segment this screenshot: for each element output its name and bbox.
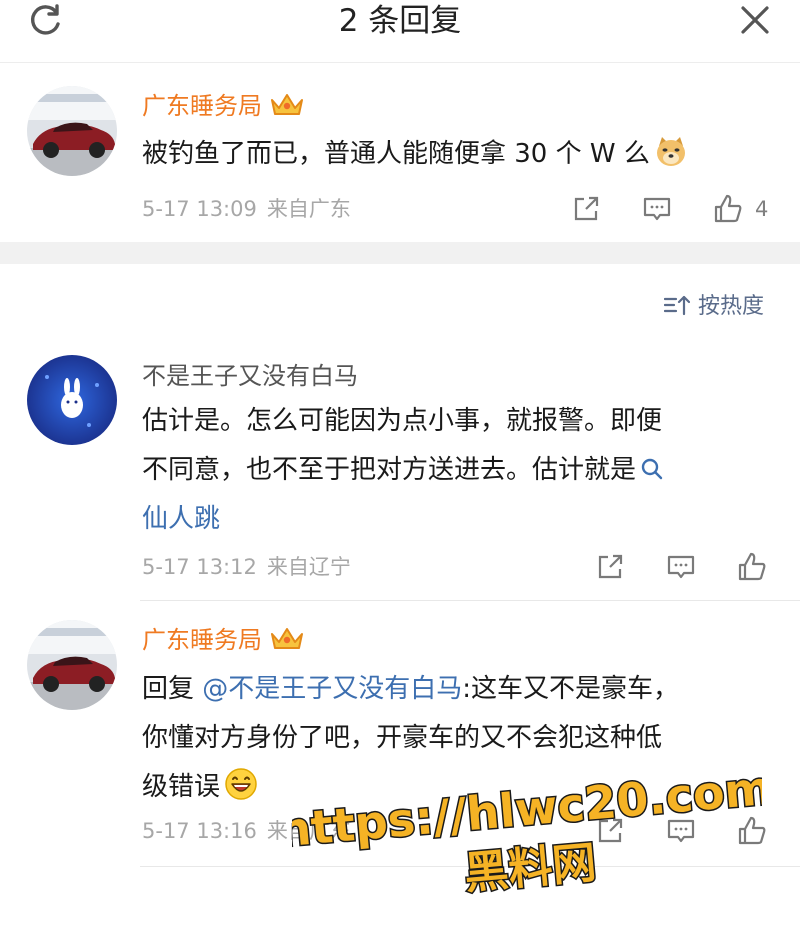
comment-button[interactable] bbox=[641, 193, 673, 225]
share-icon bbox=[598, 818, 623, 843]
search-link[interactable]: 仙人跳 bbox=[142, 504, 220, 534]
share-icon bbox=[598, 554, 623, 579]
sort-icon bbox=[664, 295, 690, 316]
reply-username[interactable]: 广东睡务局 bbox=[142, 624, 306, 656]
sort-by-heat-button[interactable]: 按热度 bbox=[664, 292, 764, 322]
close-icon[interactable] bbox=[735, 2, 773, 40]
search-icon bbox=[641, 458, 663, 480]
reply-text: 估计是。怎么可能因为点小事，就报警。即便 不同意，也不至于把对方送进去。估计就是… bbox=[142, 406, 663, 534]
share-icon bbox=[574, 196, 599, 221]
comment-text: 被钓鱼了而已，普通人能随便拿 30 个 W 么 bbox=[142, 130, 782, 179]
avatar[interactable] bbox=[27, 86, 117, 176]
like-icon bbox=[714, 194, 742, 223]
comment-icon bbox=[667, 555, 695, 579]
crown-badge-icon bbox=[271, 94, 303, 115]
like-button[interactable] bbox=[736, 815, 768, 847]
comment-icon bbox=[667, 819, 695, 843]
like-button[interactable] bbox=[736, 551, 768, 583]
comment-button[interactable] bbox=[665, 815, 697, 847]
reply-meta: 5-17 13:12 来自辽宁 bbox=[142, 555, 351, 579]
section-separator bbox=[0, 242, 800, 264]
share-button[interactable] bbox=[594, 815, 626, 847]
watermark-site: 黑料网 bbox=[462, 837, 598, 899]
mention-link[interactable]: @不是王子又没有白马 bbox=[202, 674, 462, 704]
share-button[interactable] bbox=[594, 551, 626, 583]
page-title: 2 条回复 bbox=[338, 3, 462, 39]
comment-button[interactable] bbox=[665, 551, 697, 583]
reply-text: 回复 @不是王子又没有白马:这车又不是豪车， 你懂对方身份了吧，开豪车的又不会犯… bbox=[142, 674, 680, 802]
laugh-emoji bbox=[225, 768, 257, 800]
comment-username[interactable]: 广东睡务局 bbox=[142, 90, 306, 122]
crown-badge-icon bbox=[271, 628, 303, 649]
avatar[interactable] bbox=[27, 620, 117, 710]
like-button[interactable] bbox=[712, 193, 744, 225]
reply-divider bbox=[140, 866, 800, 867]
header: 2 条回复 bbox=[0, 0, 800, 63]
like-icon bbox=[738, 552, 766, 581]
reply-meta: 5-17 13:16 来自广东 bbox=[142, 819, 351, 843]
share-button[interactable] bbox=[570, 193, 602, 225]
like-count: 4 bbox=[755, 197, 769, 221]
like-icon bbox=[738, 816, 766, 845]
comment-icon bbox=[643, 197, 671, 221]
reply-username[interactable]: 不是王子又没有白马 bbox=[142, 360, 358, 392]
doge-emoji bbox=[656, 137, 685, 166]
comment-meta: 5-17 13:09 来自广东 bbox=[142, 197, 351, 221]
reply-divider bbox=[140, 600, 800, 601]
avatar[interactable] bbox=[27, 355, 117, 445]
